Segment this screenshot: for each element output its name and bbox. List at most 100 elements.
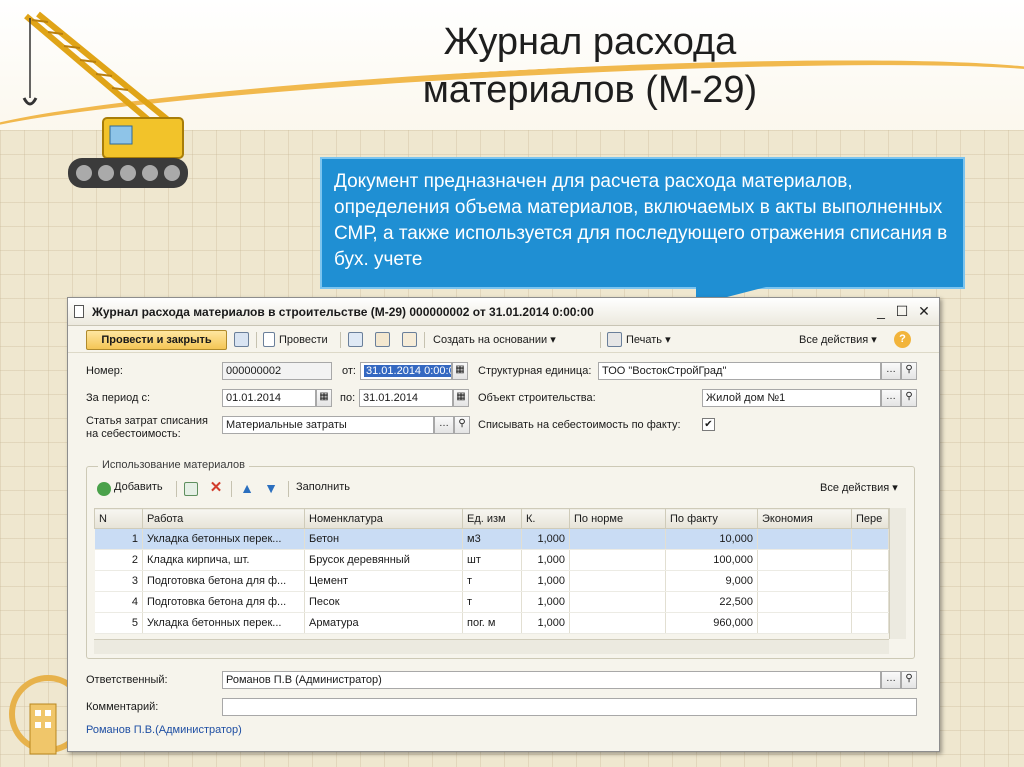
- calendar-icon[interactable]: ▦: [453, 389, 469, 407]
- ellipsis-button[interactable]: …: [881, 671, 901, 689]
- construction-object-label: Объект строительства:: [478, 392, 596, 404]
- add-button[interactable]: Добавить: [114, 481, 163, 493]
- column-header[interactable]: Пере: [851, 508, 889, 529]
- post-and-close-button[interactable]: Провести и закрыть: [86, 330, 227, 350]
- table-row[interactable]: 5 Укладка бетонных перек... Арматура пог…: [94, 612, 889, 634]
- dt-kt-icon[interactable]: [375, 332, 390, 347]
- writeoff-by-fact-label: Списывать на себестоимость по факту:: [478, 419, 681, 431]
- help-icon[interactable]: ?: [894, 331, 911, 348]
- post-button[interactable]: Провести: [279, 331, 328, 349]
- table-row[interactable]: 4 Подготовка бетона для ф... Песок т 1,0…: [94, 591, 889, 613]
- copy-icon[interactable]: [184, 482, 198, 496]
- report-icon[interactable]: [402, 332, 417, 347]
- column-header[interactable]: Экономия: [757, 508, 852, 529]
- column-header[interactable]: По факту: [665, 508, 758, 529]
- column-header[interactable]: Ед. изм: [462, 508, 522, 529]
- create-based-on-menu[interactable]: Создать на основании ▾: [433, 331, 556, 349]
- ellipsis-button[interactable]: …: [881, 362, 901, 380]
- cost-item-field[interactable]: Материальные затраты: [222, 416, 434, 434]
- cell-fact: 9,000: [665, 570, 758, 592]
- table-all-actions-label: Все действия: [820, 482, 890, 494]
- construction-object-field[interactable]: Жилой дом №1: [702, 389, 881, 407]
- move-up-icon[interactable]: ▲: [240, 481, 254, 495]
- save-icon[interactable]: [234, 332, 249, 347]
- dropdown-arrow-icon: ▾: [871, 334, 877, 346]
- table-row[interactable]: 3 Подготовка бетона для ф... Цемент т 1,…: [94, 570, 889, 592]
- cell-fact: 960,000: [665, 612, 758, 634]
- responsible-field[interactable]: Романов П.В (Администратор): [222, 671, 881, 689]
- cell-k: 1,000: [521, 570, 570, 592]
- table-vertical-scrollbar[interactable]: [889, 508, 906, 639]
- toolbar-separator: [600, 332, 601, 348]
- slide-title-line-2: материалов (М-29): [422, 69, 758, 111]
- print-label: Печать: [626, 334, 663, 346]
- search-icon[interactable]: ⚲: [901, 362, 917, 380]
- column-header[interactable]: По норме: [569, 508, 666, 529]
- ellipsis-button[interactable]: …: [434, 416, 454, 434]
- minimize-button[interactable]: _: [873, 303, 889, 319]
- column-header[interactable]: Номенклатура: [304, 508, 463, 529]
- number-label: Номер:: [86, 365, 123, 377]
- cell-n: 2: [94, 549, 143, 571]
- cell-fact: 100,000: [665, 549, 758, 571]
- column-header[interactable]: Работа: [142, 508, 305, 529]
- list-icon[interactable]: [348, 332, 363, 347]
- table-row[interactable]: 1 Укладка бетонных перек... Бетон м3 1,0…: [94, 528, 889, 550]
- cell-fact: 10,000: [665, 528, 758, 550]
- fill-button[interactable]: Заполнить: [296, 481, 350, 493]
- search-icon[interactable]: ⚲: [454, 416, 470, 434]
- cell-k: 1,000: [521, 612, 570, 634]
- number-field[interactable]: 000000002: [222, 362, 332, 380]
- all-actions-label: Все действия: [799, 334, 869, 346]
- cell-item: Брусок деревянный: [304, 549, 463, 571]
- ellipsis-button[interactable]: …: [881, 389, 901, 407]
- cell-work: Подготовка бетона для ф...: [142, 570, 305, 592]
- author-link[interactable]: Романов П.В.(Администратор): [86, 724, 242, 736]
- toolbar-separator: [256, 332, 257, 348]
- window-titlebar: Журнал расхода материалов в строительств…: [68, 298, 939, 326]
- document-date-value: 31.01.2014 0:00:00: [364, 365, 451, 377]
- all-actions-menu[interactable]: Все действия ▾: [799, 331, 877, 349]
- maximize-button[interactable]: ☐: [894, 303, 910, 319]
- calendar-icon[interactable]: ▦: [316, 389, 332, 407]
- cell-saving: [757, 570, 852, 592]
- document-date-field[interactable]: 31.01.2014 0:00:00: [360, 362, 452, 380]
- table-row[interactable]: 2 Кладка кирпича, шт. Брусок деревянный …: [94, 549, 889, 571]
- search-icon[interactable]: ⚲: [901, 389, 917, 407]
- period-from-field[interactable]: 01.01.2014: [222, 389, 316, 407]
- responsible-label: Ответственный:: [86, 674, 168, 686]
- description-callout: Документ предназначен для расчета расход…: [320, 157, 965, 289]
- cost-item-label-line-2: на себестоимость:: [86, 428, 181, 440]
- calendar-icon[interactable]: ▦: [452, 362, 468, 380]
- period-to-field[interactable]: 31.01.2014: [359, 389, 453, 407]
- window-title: Журнал расхода материалов в строительств…: [92, 305, 594, 319]
- move-down-icon[interactable]: ▼: [264, 481, 278, 495]
- table-all-actions-menu[interactable]: Все действия ▾: [820, 481, 898, 494]
- table-header-row: N Работа Номенклатура Ед. изм К. По норм…: [94, 508, 889, 529]
- comment-field[interactable]: [222, 698, 917, 716]
- printer-icon: [607, 332, 622, 347]
- logo-illustration: [9, 675, 68, 755]
- cell-overrun: [851, 570, 889, 592]
- period-to-label: по:: [340, 392, 356, 404]
- structural-unit-label: Структурная единица:: [478, 365, 592, 377]
- table-horizontal-scrollbar[interactable]: [94, 639, 889, 654]
- cell-n: 3: [94, 570, 143, 592]
- slide-title: Журнал расхода материалов (М-29): [330, 18, 850, 114]
- column-header[interactable]: N: [94, 508, 143, 529]
- search-icon[interactable]: ⚲: [901, 671, 917, 689]
- cell-unit: т: [462, 591, 522, 613]
- cell-k: 1,000: [521, 528, 570, 550]
- toolbar-separator: [176, 481, 177, 497]
- print-menu[interactable]: Печать ▾: [626, 331, 671, 349]
- column-header[interactable]: К.: [521, 508, 570, 529]
- writeoff-by-fact-checkbox[interactable]: ✔: [702, 418, 715, 431]
- cell-overrun: [851, 528, 889, 550]
- cell-saving: [757, 591, 852, 613]
- cell-n: 1: [94, 528, 143, 550]
- cell-norm: [569, 570, 666, 592]
- close-button[interactable]: ✕: [916, 303, 932, 319]
- structural-unit-field[interactable]: ТОО "ВостокСтройГрад": [598, 362, 881, 380]
- toolbar-separator: [424, 332, 425, 348]
- delete-icon[interactable]: ✕: [209, 480, 223, 495]
